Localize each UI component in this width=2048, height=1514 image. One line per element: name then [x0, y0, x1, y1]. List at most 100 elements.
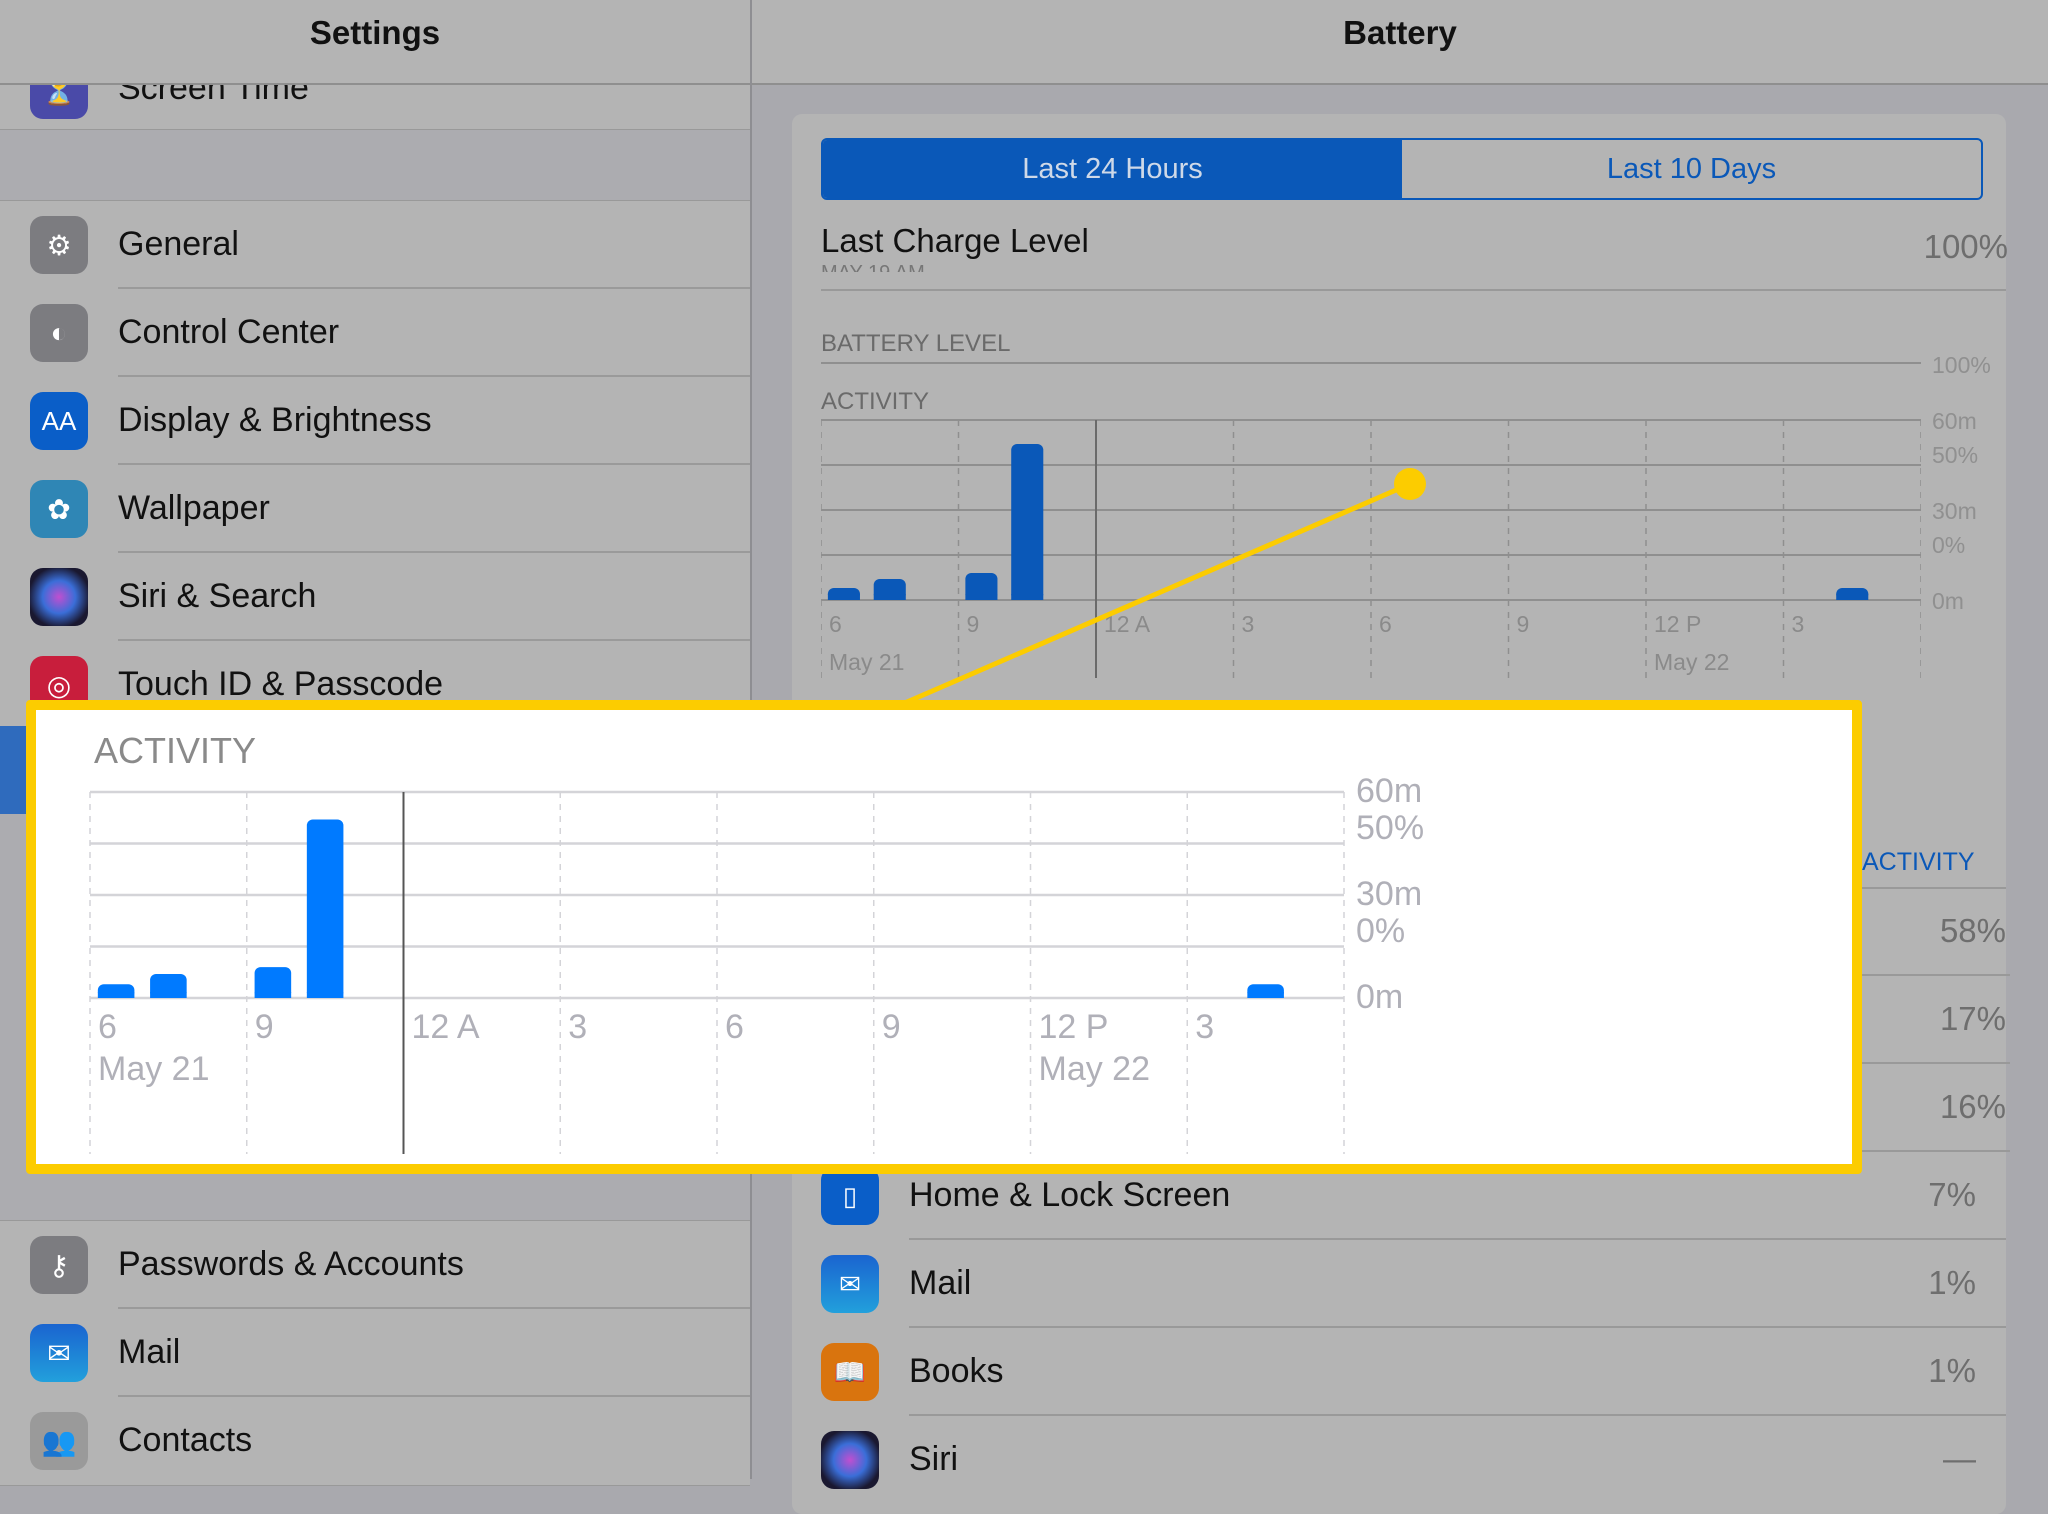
mail-icon: ✉	[821, 1255, 879, 1313]
x-tick-label: 6	[725, 1008, 744, 1046]
battery-level-label: BATTERY LEVEL	[821, 330, 1011, 357]
mail-icon: ✉	[30, 1324, 88, 1382]
activity-bar-base	[97, 992, 135, 998]
usage-row[interactable]: 17%	[1860, 976, 2010, 1064]
divider	[821, 289, 2006, 291]
app-name: Home & Lock Screen	[909, 1176, 1231, 1214]
app-name: Siri	[909, 1440, 959, 1478]
activity-bar-base	[965, 594, 998, 600]
sidebar-item-passwords-accounts[interactable]: ⚷ Passwords & Accounts	[0, 1221, 750, 1309]
x-tick-label: 9	[882, 1008, 901, 1046]
sidebar-item-wallpaper[interactable]: ✿ Wallpaper	[0, 465, 750, 553]
sidebar-item-contacts[interactable]: 👥 Contacts	[0, 1397, 750, 1485]
activity-bar-base	[873, 594, 906, 600]
app-name: Books	[909, 1352, 1004, 1390]
sidebar-item-label: Siri & Search	[118, 577, 317, 615]
activity-bar-base	[254, 992, 292, 998]
x-tick-label: 6	[1379, 611, 1392, 637]
activity-bar-base	[1247, 992, 1284, 998]
x-tick-label: 12 P	[1039, 1008, 1109, 1046]
activity-axis-0m: 0m	[1932, 588, 1964, 614]
sidebar-item-display-brightness[interactable]: AA Display & Brightness	[0, 377, 750, 465]
x-tick-label: 12 A	[1104, 611, 1151, 637]
contacts-icon: 👥	[30, 1412, 88, 1470]
y-axis-label: 60m	[1356, 772, 1422, 810]
app-row-books[interactable]: 📖 Books 1%	[821, 1328, 2006, 1416]
y-axis-label: 0%	[1356, 912, 1405, 950]
home-screen-icon: ▯	[821, 1167, 879, 1225]
battery-axis-50: 50%	[1932, 442, 1979, 468]
activity-bar-base	[150, 992, 187, 998]
tab-last-24-hours[interactable]: Last 24 Hours	[823, 140, 1402, 198]
date-label: May 21	[98, 1050, 210, 1088]
sidebar-title: Settings	[309, 14, 441, 51]
usage-value: 17%	[1939, 1000, 2006, 1037]
sidebar-item-label: General	[118, 225, 239, 263]
x-tick-label: 9	[255, 1008, 274, 1046]
usage-value: 16%	[1939, 1088, 2006, 1125]
app-usage: —	[1943, 1440, 1976, 1477]
sidebar-item-control-center[interactable]: ◐ Control Center	[0, 289, 750, 377]
app-usage: 1%	[1928, 1264, 1976, 1301]
siri-icon	[821, 1431, 879, 1489]
tab-last-10-days[interactable]: Last 10 Days	[1402, 140, 1981, 198]
activity-bar-base	[827, 594, 860, 600]
sidebar-item-label: Touch ID & Passcode	[118, 665, 444, 703]
activity-bar-base	[1836, 594, 1869, 600]
usage-value: 58%	[1939, 912, 2006, 949]
last-charge-value: 100%	[1923, 228, 2008, 265]
sidebar-item-label: Display & Brightness	[118, 401, 432, 439]
date-label: May 22	[1654, 649, 1729, 675]
x-tick-label: 3	[568, 1008, 587, 1046]
sidebar-item-label: Passwords & Accounts	[118, 1245, 464, 1283]
book-icon: 📖	[821, 1343, 879, 1401]
x-tick-label: 9	[1517, 611, 1530, 637]
activity-axis-30m: 30m	[1932, 498, 1977, 524]
last-charge-subtitle: MAY 19 AM	[821, 262, 925, 272]
sidebar-item-label: Control Center	[118, 313, 340, 351]
app-row-siri[interactable]: Siri —	[821, 1416, 2006, 1504]
sidebar-item-siri-search[interactable]: Siri & Search	[0, 553, 750, 641]
x-tick-label: 3	[1242, 611, 1255, 637]
battery-header: Battery	[752, 0, 2048, 85]
x-tick-label: 3	[1195, 1008, 1214, 1046]
sidebar-item-general[interactable]: ⚙ General	[0, 201, 750, 289]
y-axis-label: 30m	[1356, 875, 1422, 913]
usage-row[interactable]: 16%	[1860, 1064, 2010, 1152]
activity-toggle[interactable]: ACTIVITY	[1862, 848, 1975, 877]
sidebar-group-2: ⚷ Passwords & Accounts ✉ Mail 👥 Contacts	[0, 1220, 750, 1486]
x-tick-label: 6	[829, 611, 842, 637]
background-activity-chart: 6 9 12 A 3 6 9 12 P 3 May 21 May 22	[821, 362, 1921, 678]
sidebar-group-1: ⚙ General ◐ Control Center AA Display & …	[0, 200, 750, 730]
activity-chart-zoom-inset: ACTIVITY 6 9 12 A 3 6 9 12 P 3 May 21 May 22 60m 50…	[26, 700, 1862, 1174]
gear-icon: ⚙	[30, 216, 88, 274]
sidebar-header: Settings	[0, 0, 750, 85]
x-tick-label: 12 P	[1654, 611, 1701, 637]
sidebar-item-label: Wallpaper	[118, 489, 270, 527]
x-tick-label: 12 A	[412, 1008, 480, 1046]
activity-axis-60m: 60m	[1932, 408, 1977, 434]
date-label: May 21	[829, 649, 904, 675]
activity-bar	[306, 819, 344, 998]
date-label: May 22	[1039, 1050, 1151, 1088]
sidebar-item-mail[interactable]: ✉ Mail	[0, 1309, 750, 1397]
app-row-mail[interactable]: ✉ Mail 1%	[821, 1240, 2006, 1328]
toggles-icon: ◐	[30, 304, 88, 362]
activity-chart: 6 9 12 A 3 6 9 12 P 3 May 21 May 22 60m50% 30m0% 0m	[89, 772, 1424, 1154]
time-range-segmented-control: Last 24 Hours Last 10 Days	[821, 138, 1983, 200]
app-usage: 1%	[1928, 1352, 1976, 1389]
x-tick-label: 3	[1792, 611, 1805, 637]
activity-bar	[1011, 444, 1044, 600]
activity-bar-base	[306, 992, 344, 998]
sidebar-item-label: Mail	[118, 1333, 181, 1371]
usage-row[interactable]: 58%	[1860, 888, 2010, 976]
app-usage: 7%	[1928, 1176, 1976, 1213]
last-charge-label: Last Charge Level	[821, 222, 1089, 259]
battery-axis-100: 100%	[1932, 352, 1991, 378]
activity-bar-base	[1011, 594, 1044, 600]
x-tick-label: 6	[98, 1008, 117, 1046]
key-icon: ⚷	[30, 1236, 88, 1294]
app-name: Mail	[909, 1264, 972, 1302]
y-axis-label: 50%	[1356, 809, 1424, 847]
y-axis-label: 0m	[1356, 978, 1403, 1016]
